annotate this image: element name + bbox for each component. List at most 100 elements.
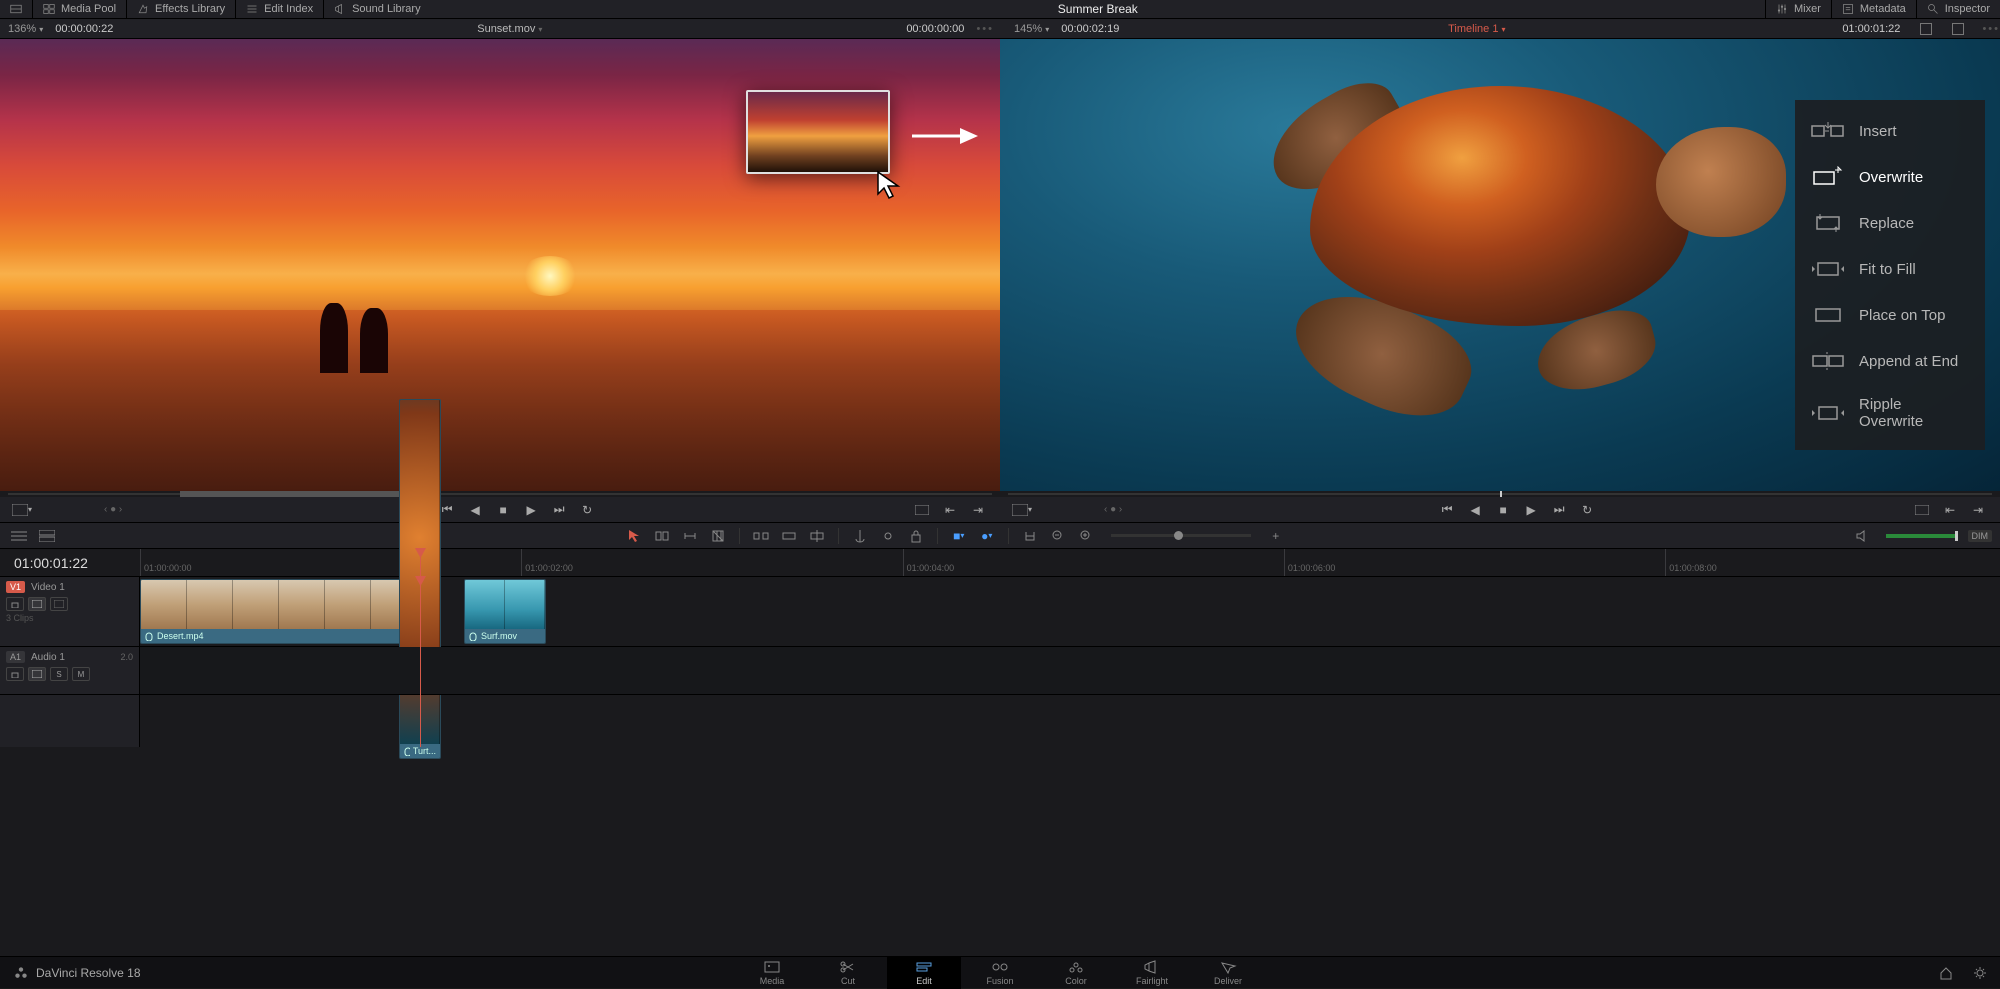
metadata-toggle[interactable]: Metadata	[1831, 0, 1916, 18]
audio-lane-1[interactable]	[140, 647, 2000, 695]
program-view-option-1[interactable]	[1920, 23, 1932, 35]
stacked-timeline-icon[interactable]	[36, 525, 58, 547]
page-color[interactable]: Color	[1039, 957, 1113, 989]
v1-lock[interactable]	[6, 597, 24, 611]
edit-place-on-top[interactable]: Place on Top	[1795, 292, 1985, 338]
source-zoom[interactable]: 136% ▾	[0, 23, 43, 35]
source-options[interactable]: •••	[976, 23, 994, 35]
selection-tool[interactable]	[623, 525, 645, 547]
play-reverse-button[interactable]: ◀	[465, 500, 485, 520]
page-deliver[interactable]: Deliver	[1191, 957, 1265, 989]
edit-ripple-overwrite[interactable]: Ripple Overwrite	[1795, 384, 1985, 442]
edit-replace[interactable]: Replace	[1795, 200, 1985, 246]
last-frame-button[interactable]: ⏭	[549, 500, 569, 520]
dynamic-trim-tool[interactable]	[679, 525, 701, 547]
ruler-tick: 01:00:04:00	[903, 549, 904, 576]
flag-tool[interactable]: ■ ▾	[948, 525, 970, 547]
zoom-plus[interactable]: +	[1265, 525, 1287, 547]
snap-icon[interactable]	[1019, 525, 1041, 547]
prog-play-reverse[interactable]: ◀	[1465, 500, 1485, 520]
dim-button[interactable]: DIM	[1968, 530, 1993, 542]
timeline-empty-area[interactable]	[0, 747, 2000, 978]
zoom-out-icon[interactable]	[1047, 525, 1069, 547]
clip-desert[interactable]: Desert.mp4	[140, 579, 418, 644]
timeline-name[interactable]: Timeline 1 ▾	[1448, 23, 1505, 35]
source-scrubber[interactable]	[0, 491, 1000, 497]
track-header-v1[interactable]: V1Video 1 3 Clips	[0, 577, 139, 647]
mark-in-button[interactable]: ⇤	[940, 500, 960, 520]
program-view-option-2[interactable]	[1952, 23, 1964, 35]
prog-overlay-icon[interactable]	[1912, 500, 1932, 520]
source-overlay-icon[interactable]	[912, 500, 932, 520]
page-fairlight[interactable]: Fairlight	[1115, 957, 1189, 989]
project-settings-button[interactable]	[1970, 963, 1990, 983]
a1-auto-select[interactable]	[28, 667, 46, 681]
edit-append-at-end[interactable]: Append at End	[1795, 338, 1985, 384]
program-match-frame[interactable]: ‹ ● ›	[1104, 504, 1122, 515]
match-frame-icon[interactable]: ‹ ● ›	[104, 504, 122, 515]
home-button[interactable]	[1936, 963, 1956, 983]
trim-tool[interactable]	[651, 525, 673, 547]
link-icon[interactable]	[877, 525, 899, 547]
edit-insert[interactable]: Insert	[1795, 108, 1985, 154]
effects-library-toggle[interactable]: Effects Library	[127, 0, 236, 18]
v1-auto-select[interactable]	[28, 597, 46, 611]
prog-last-frame[interactable]: ⏭	[1549, 500, 1569, 520]
a1-mute[interactable]: M	[72, 667, 90, 681]
program-scrubber[interactable]	[1000, 491, 2000, 497]
lock-icon[interactable]	[905, 525, 927, 547]
zoom-slider[interactable]	[1111, 534, 1251, 537]
volume-slider[interactable]	[1886, 534, 1956, 538]
page-fusion[interactable]: Fusion	[963, 957, 1037, 989]
program-viewer-mode[interactable]: ▾	[1012, 500, 1032, 520]
timeline-view-options[interactable]	[8, 525, 30, 547]
program-options[interactable]: •••	[1982, 23, 2000, 35]
a1-lock[interactable]	[6, 667, 24, 681]
a1-channels: 2.0	[120, 652, 133, 662]
v1-badge[interactable]: V1	[6, 581, 25, 593]
program-transport: ▾ ‹ ● › ⏮ ◀ ■ ▶ ⏭ ↻ ⇤ ⇥	[1000, 497, 2000, 523]
prog-mark-out[interactable]: ⇥	[1968, 500, 1988, 520]
media-pool-toggle[interactable]: Media Pool	[33, 0, 127, 18]
loop-button[interactable]: ↻	[577, 500, 597, 520]
a1-badge[interactable]: A1	[6, 651, 25, 663]
prog-play[interactable]: ▶	[1521, 500, 1541, 520]
edit-overwrite[interactable]: Overwrite	[1795, 154, 1985, 200]
page-cut[interactable]: Cut	[811, 957, 885, 989]
page-edit[interactable]: Edit	[887, 957, 961, 989]
zoom-in-icon[interactable]	[1075, 525, 1097, 547]
prog-stop[interactable]: ■	[1493, 500, 1513, 520]
v1-disable[interactable]	[50, 597, 68, 611]
overwrite-clip-tool[interactable]	[778, 525, 800, 547]
mixer-toggle[interactable]: Mixer	[1765, 0, 1831, 18]
source-timecode-right: 00:00:00:00	[906, 23, 964, 35]
mute-icon[interactable]	[1852, 525, 1874, 547]
source-clip-name[interactable]: Sunset.mov ▾	[125, 23, 894, 35]
page-navigation: DaVinci Resolve 18 MediaCutEditFusionCol…	[0, 956, 2000, 988]
insert-clip-tool[interactable]	[750, 525, 772, 547]
program-zoom[interactable]: 145% ▾	[1006, 23, 1049, 35]
mark-out-button[interactable]: ⇥	[968, 500, 988, 520]
playhead[interactable]	[420, 549, 421, 576]
toggle-full-width-icon[interactable]	[0, 0, 33, 18]
play-button[interactable]: ▶	[521, 500, 541, 520]
track-header-a1[interactable]: A1Audio 12.0 S M	[0, 647, 139, 695]
clip-surf[interactable]: Surf.mov	[464, 579, 546, 644]
razor-icon[interactable]	[849, 525, 871, 547]
sound-library-toggle[interactable]: Sound Library	[324, 0, 431, 18]
playhead-line[interactable]	[420, 577, 421, 747]
edit-index-toggle[interactable]: Edit Index	[236, 0, 324, 18]
replace-clip-tool[interactable]	[806, 525, 828, 547]
prog-loop[interactable]: ↻	[1577, 500, 1597, 520]
edit-fit-to-fill[interactable]: Fit to Fill	[1795, 246, 1985, 292]
blade-tool[interactable]	[707, 525, 729, 547]
marker-tool[interactable]: ● ▾	[976, 525, 998, 547]
prog-first-frame[interactable]: ⏮	[1437, 500, 1457, 520]
prog-mark-in[interactable]: ⇤	[1940, 500, 1960, 520]
a1-solo[interactable]: S	[50, 667, 68, 681]
page-media[interactable]: Media	[735, 957, 809, 989]
inspector-toggle[interactable]: Inspector	[1916, 0, 2000, 18]
video-lane-1[interactable]: Desert.mp4Turt...Surf.mov	[140, 577, 2000, 647]
stop-button[interactable]: ■	[493, 500, 513, 520]
source-viewer-mode[interactable]: ▾	[12, 500, 32, 520]
